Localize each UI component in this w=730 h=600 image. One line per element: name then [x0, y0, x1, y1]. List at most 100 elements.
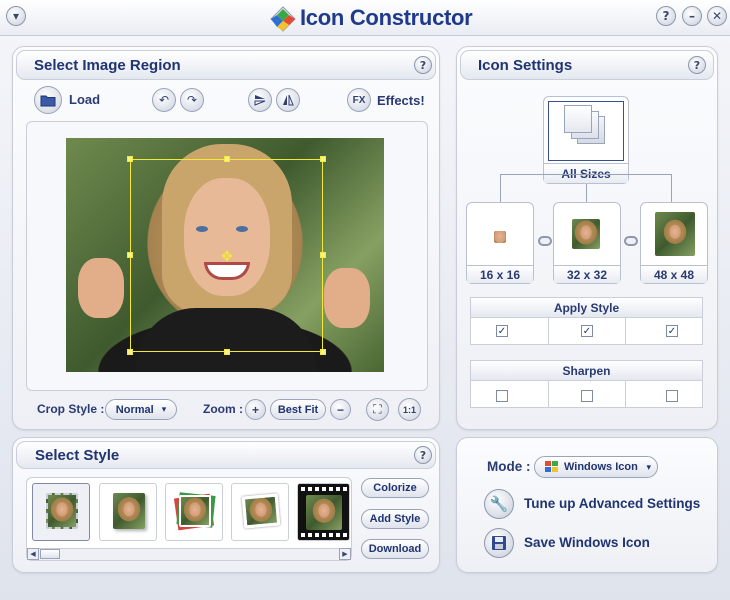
fit-to-window-button[interactable]: ⛶	[366, 398, 389, 421]
select-style-help-button[interactable]: ?	[414, 446, 432, 464]
best-fit-label: Best Fit	[277, 403, 319, 416]
load-label[interactable]: Load	[69, 92, 100, 107]
save-icon-label[interactable]: Save Windows Icon	[524, 535, 650, 550]
zoom-label: Zoom :	[203, 402, 243, 416]
flip-horizontal-icon	[283, 94, 294, 106]
crop-handle-top-right[interactable]	[320, 156, 326, 162]
stamp-preview	[46, 493, 78, 529]
stack-front-icon	[564, 105, 592, 133]
window-title: Icon Constructor	[300, 5, 473, 30]
style-thumb-film[interactable]	[297, 483, 350, 541]
actual-size-button[interactable]: 1:1	[398, 398, 421, 421]
style-thumb-photo-frame[interactable]	[231, 483, 289, 541]
size-32-label: 32 x 32	[554, 265, 620, 283]
undo-button[interactable]: ↶	[152, 88, 176, 112]
right-hand	[324, 268, 370, 328]
zoom-in-button[interactable]: +	[245, 399, 266, 420]
minimize-button[interactable]: –	[682, 6, 702, 26]
download-button[interactable]: Download	[361, 539, 429, 559]
apply-style-16-checkbox[interactable]: ✓	[496, 325, 508, 337]
all-sizes-label: All Sizes	[544, 163, 628, 183]
redo-button[interactable]: ↷	[180, 88, 204, 112]
app-logo-icon	[270, 6, 296, 32]
chevron-down-icon: ▾	[646, 461, 651, 472]
scroll-thumb[interactable]	[40, 549, 60, 559]
left-hand	[78, 258, 124, 318]
size-16-label: 16 x 16	[467, 265, 533, 283]
apply-style-strip: Apply Style ✓ ✓ ✓	[470, 297, 703, 345]
style-thumb-photo-stack[interactable]	[165, 483, 223, 541]
scroll-left-button[interactable]: ◀	[27, 548, 39, 560]
apply-style-32-checkbox[interactable]: ✓	[581, 325, 593, 337]
style-thumb-stamp[interactable]	[32, 483, 90, 541]
help-icon: ?	[419, 58, 427, 72]
size-48-box[interactable]: 48 x 48	[640, 202, 708, 284]
flip-horizontal-button[interactable]	[276, 88, 300, 112]
divider	[548, 381, 549, 408]
plus-icon: +	[251, 402, 259, 417]
close-button[interactable]: ✕	[707, 6, 727, 26]
select-region-title: Select Image Region	[34, 57, 181, 74]
connector-line	[500, 174, 501, 202]
link-16-32-icon[interactable]	[538, 236, 552, 246]
add-style-button[interactable]: Add Style	[361, 509, 429, 529]
zoom-best-fit-button[interactable]: Best Fit	[270, 399, 326, 420]
save-icon-button[interactable]	[484, 528, 514, 558]
flip-vertical-button[interactable]	[248, 88, 272, 112]
crop-style-dropdown[interactable]: Normal ▾	[105, 399, 177, 420]
sharpen-label: Sharpen	[471, 361, 702, 381]
crop-handle-top-left[interactable]	[127, 156, 133, 162]
icon-settings-help-button[interactable]: ?	[688, 56, 706, 74]
divider	[625, 318, 626, 345]
preview-16-image	[494, 231, 506, 243]
check-icon: ✓	[667, 325, 677, 337]
add-style-label: Add Style	[369, 513, 421, 525]
size-16-box[interactable]: 16 x 16	[466, 202, 534, 284]
connector-line	[586, 184, 587, 202]
check-icon: ✓	[497, 325, 507, 337]
crop-handle-top[interactable]	[224, 156, 230, 162]
film-perforations-bottom	[301, 533, 348, 537]
sharpen-16-checkbox[interactable]	[496, 390, 508, 402]
icon-settings-title: Icon Settings	[478, 57, 573, 74]
check-icon: ✓	[582, 325, 592, 337]
minus-icon: −	[336, 402, 344, 417]
tune-up-label[interactable]: Tune up Advanced Settings	[524, 496, 700, 511]
scroll-right-button[interactable]: ▶	[339, 548, 351, 560]
crop-handle-bottom-right[interactable]	[320, 349, 326, 355]
apply-style-48-checkbox[interactable]: ✓	[666, 325, 678, 337]
sharpen-48-checkbox[interactable]	[666, 390, 678, 402]
effects-button[interactable]: FX	[347, 88, 371, 112]
effects-label[interactable]: Effects!	[377, 93, 425, 108]
help-button[interactable]: ?	[656, 6, 676, 26]
chevron-right-icon: ▶	[342, 551, 348, 558]
flip-vertical-icon	[254, 95, 266, 106]
zoom-out-button[interactable]: −	[330, 399, 351, 420]
crop-handle-left[interactable]	[127, 252, 133, 258]
crop-handle-bottom-left[interactable]	[127, 349, 133, 355]
sharpen-32-checkbox[interactable]	[581, 390, 593, 402]
link-32-48-icon[interactable]	[624, 236, 638, 246]
load-button[interactable]	[34, 86, 62, 114]
select-region-help-button[interactable]: ?	[414, 56, 432, 74]
mode-dropdown[interactable]: Windows Icon ▾	[534, 456, 658, 478]
chevron-left-icon: ◀	[30, 551, 36, 558]
crop-center-move-icon[interactable]: ✥	[220, 249, 234, 263]
select-style-title: Select Style	[35, 447, 120, 464]
help-icon: ?	[693, 58, 701, 72]
style-thumb-shadow[interactable]	[99, 483, 157, 541]
folder-icon	[40, 95, 56, 106]
tune-up-button[interactable]: 🔧	[484, 489, 514, 519]
crop-handle-right[interactable]	[320, 252, 326, 258]
actual-size-label: 1:1	[402, 404, 416, 415]
mode-label: Mode :	[487, 459, 531, 474]
size-32-box[interactable]: 32 x 32	[553, 202, 621, 284]
colorize-button[interactable]: Colorize	[361, 478, 429, 498]
photo-stack-preview	[179, 495, 211, 527]
window-menu-button[interactable]: ▾	[6, 6, 26, 26]
crop-handle-bottom[interactable]	[224, 349, 230, 355]
style-list-scrollbar[interactable]	[27, 548, 351, 560]
connector-line	[500, 174, 671, 175]
film-perforations-top	[301, 487, 348, 491]
divider	[625, 381, 626, 408]
